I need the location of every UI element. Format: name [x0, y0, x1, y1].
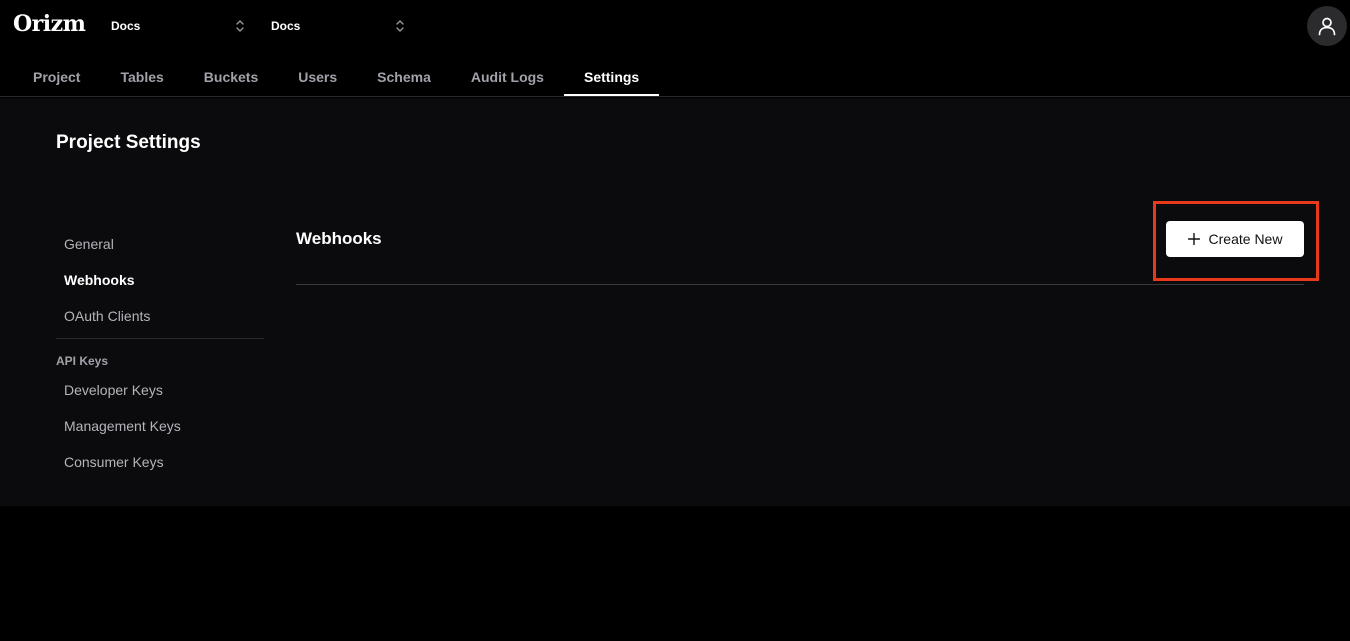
project-select[interactable]: Docs [271, 14, 405, 38]
sidebar-divider [56, 338, 264, 339]
logo[interactable]: Orizm [13, 11, 86, 37]
sidebar-section-api-keys: API Keys [56, 354, 109, 368]
tab-project[interactable]: Project [13, 58, 100, 95]
create-new-button[interactable]: Create New [1166, 221, 1304, 257]
user-icon [1318, 17, 1336, 36]
sidebar-item-management-keys[interactable]: Management Keys [56, 408, 264, 444]
top-bar: Orizm Docs Docs Project Tables Buckets U… [0, 0, 1350, 97]
organization-select-value: Docs [111, 19, 141, 33]
settings-panel: Project Settings General Webhooks OAuth … [0, 98, 1350, 506]
tab-tables[interactable]: Tables [100, 58, 183, 95]
sidebar-item-oauth-clients[interactable]: OAuth Clients [56, 298, 264, 334]
webhooks-section: Webhooks Create New [296, 220, 1304, 285]
tab-settings[interactable]: Settings [563, 58, 660, 96]
project-select-value: Docs [271, 19, 301, 33]
sidebar-item-general[interactable]: General [56, 226, 264, 262]
main-tabs: Project Tables Buckets Users Schema Audi… [13, 58, 660, 97]
tab-schema[interactable]: Schema [357, 58, 451, 95]
create-new-button-label: Create New [1208, 231, 1283, 247]
sidebar-item-consumer-keys[interactable]: Consumer Keys [56, 444, 264, 480]
user-avatar-button[interactable] [1307, 6, 1347, 46]
page-title: Project Settings [56, 132, 201, 153]
app: Orizm Docs Docs Project Tables Buckets U… [0, 0, 1350, 641]
sidebar-item-webhooks[interactable]: Webhooks [56, 262, 264, 298]
settings-sidebar: General Webhooks OAuth Clients API Keys … [56, 226, 264, 480]
section-title: Webhooks [296, 229, 382, 248]
plus-icon [1187, 233, 1200, 245]
tab-audit-logs[interactable]: Audit Logs [451, 58, 564, 95]
tab-buckets[interactable]: Buckets [184, 58, 278, 95]
chevron-up-down-icon [236, 20, 244, 32]
chevron-up-down-icon [396, 20, 404, 32]
organization-select[interactable]: Docs [111, 14, 245, 38]
sidebar-item-developer-keys[interactable]: Developer Keys [56, 372, 264, 408]
tab-users[interactable]: Users [278, 58, 357, 95]
